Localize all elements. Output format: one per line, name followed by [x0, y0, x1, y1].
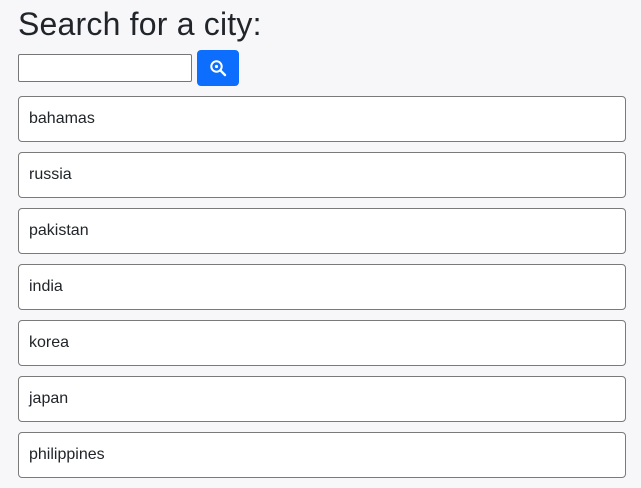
page-title: Search for a city:	[18, 6, 262, 42]
main-container: Search for a city: bahamas russia pakist…	[18, 0, 626, 488]
search-input[interactable]	[18, 54, 192, 82]
list-item[interactable]: pakistan	[18, 208, 626, 254]
list-item[interactable]: bahamas	[18, 96, 626, 142]
list-item[interactable]: korea	[18, 320, 626, 366]
list-item[interactable]: india	[18, 264, 626, 310]
list-item[interactable]: philippines	[18, 432, 626, 478]
search-bar	[18, 50, 626, 86]
results-list: bahamas russia pakistan india korea japa…	[18, 96, 626, 478]
search-button[interactable]	[197, 50, 239, 86]
list-item[interactable]: russia	[18, 152, 626, 198]
list-item[interactable]: japan	[18, 376, 626, 422]
search-icon	[209, 59, 227, 77]
